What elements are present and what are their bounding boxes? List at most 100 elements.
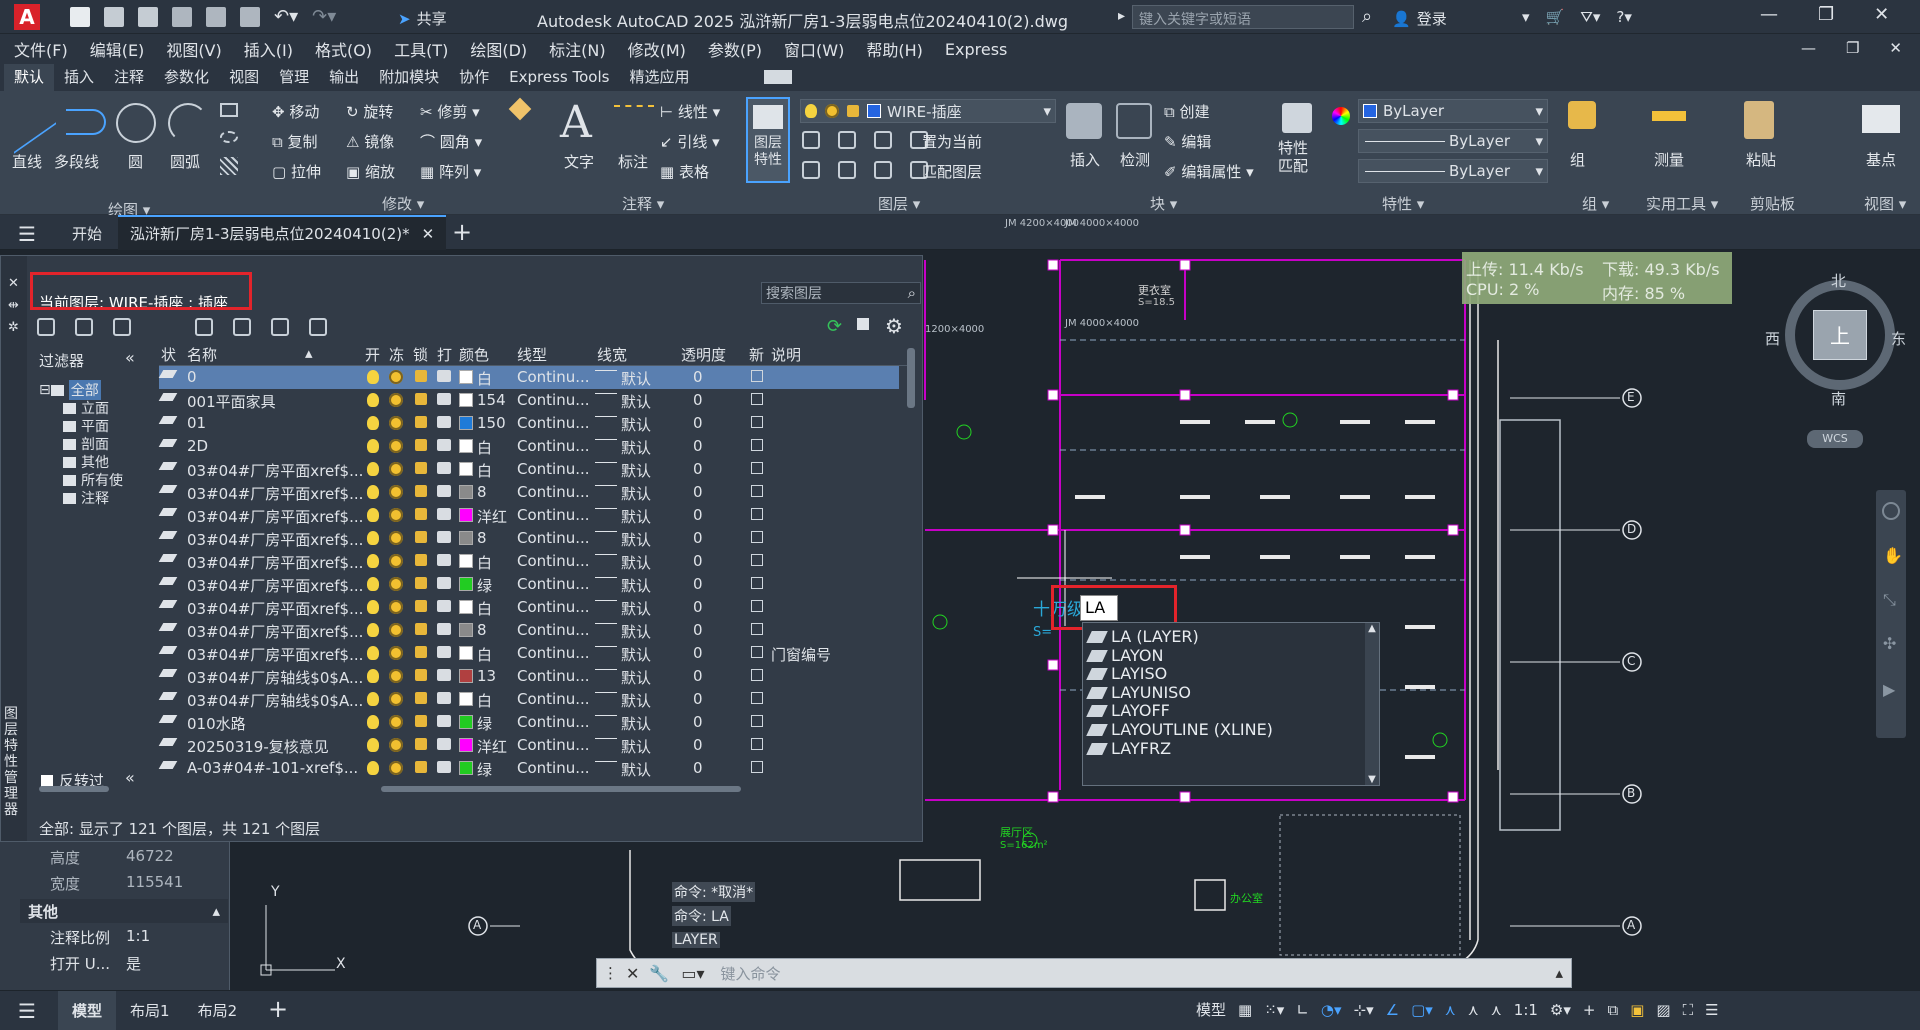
menu-item[interactable]: 窗口(W) bbox=[784, 37, 844, 61]
layer-row[interactable]: 20250319-复核意见 洋红 Continu... 默认 0 bbox=[158, 734, 899, 757]
lineweight[interactable]: 默认 bbox=[621, 552, 651, 573]
description[interactable]: 门窗编号 bbox=[771, 644, 831, 665]
layers-group-label[interactable]: 图层 ▾ bbox=[878, 193, 920, 214]
color-name[interactable]: 8 bbox=[477, 529, 487, 547]
tab-current-drawing[interactable]: 泓浒新厂房1-3层弱电点位20240410(2)* ✕ bbox=[118, 215, 447, 250]
transparency[interactable]: 0 bbox=[693, 644, 703, 662]
transparency[interactable]: 0 bbox=[693, 460, 703, 478]
other-section-header[interactable]: 其他 ▴ bbox=[20, 899, 228, 923]
login-button[interactable]: 👤 登录 bbox=[1392, 8, 1447, 29]
workspace-gear-icon[interactable]: ⚙▾ bbox=[1550, 1001, 1571, 1019]
filter-hscrollbar[interactable] bbox=[39, 786, 109, 792]
transparency[interactable]: 0 bbox=[693, 575, 703, 593]
match-properties-button[interactable]: 特性 匹配 bbox=[1278, 139, 1308, 175]
layer-name[interactable]: A-03#04#-101-xref$... bbox=[187, 759, 358, 777]
col-description[interactable]: 说明 bbox=[771, 344, 801, 365]
layer-list-hscrollbar[interactable] bbox=[381, 786, 741, 792]
menu-item[interactable]: 编辑(E) bbox=[90, 37, 145, 61]
ribbon-tab[interactable]: Express Tools bbox=[499, 64, 619, 91]
transparency[interactable]: 0 bbox=[693, 598, 703, 616]
col-freeze[interactable]: 冻 bbox=[389, 344, 404, 365]
menu-item[interactable]: 视图(V) bbox=[166, 37, 221, 61]
color-name[interactable]: 8 bbox=[477, 483, 487, 501]
transparency[interactable]: 0 bbox=[693, 529, 703, 547]
ribbon-tab[interactable]: 插入 bbox=[54, 64, 104, 91]
help-search-input[interactable]: 键入关键字或短语 bbox=[1132, 5, 1354, 29]
color-dropdown[interactable]: ByLayer ▾ bbox=[1358, 99, 1548, 123]
lineweight[interactable]: 默认 bbox=[621, 759, 651, 780]
doc-minimize-icon[interactable]: — bbox=[1801, 39, 1816, 57]
fullscreen-icon[interactable]: ⛶ bbox=[1683, 1001, 1694, 1019]
pan-icon[interactable]: ✋ bbox=[1883, 546, 1903, 565]
clipboard-group-label[interactable]: 剪贴板 bbox=[1750, 193, 1795, 214]
mirror-button[interactable]: ⚠ 镜像 bbox=[346, 131, 394, 152]
annotation-icon[interactable]: ⋏ bbox=[1491, 1001, 1502, 1019]
scroll-up-icon[interactable]: ▲ bbox=[1365, 623, 1379, 634]
open-file-icon[interactable] bbox=[104, 6, 124, 27]
ribbon-tab[interactable]: 输出 bbox=[319, 64, 369, 91]
menu-item[interactable]: 工具(T) bbox=[394, 37, 448, 61]
layer-search-input[interactable]: 搜索图层 ⌕ bbox=[761, 282, 921, 304]
transparency[interactable]: 0 bbox=[693, 736, 703, 754]
scale-button[interactable]: ▣ 缩放 bbox=[346, 161, 395, 182]
linetype[interactable]: Continu... bbox=[517, 644, 590, 662]
utilities-group-label[interactable]: 实用工具 ▾ bbox=[1646, 193, 1718, 214]
prop-height-value[interactable]: 46722 bbox=[126, 847, 174, 865]
insert-button[interactable]: 插入 bbox=[1070, 149, 1100, 170]
transparency[interactable]: 0 bbox=[693, 368, 703, 386]
ribbon-tab[interactable]: 协作 bbox=[449, 64, 499, 91]
refresh-icon[interactable]: ⟳ bbox=[827, 316, 842, 337]
polyline-button[interactable]: 多段线 bbox=[54, 151, 99, 172]
col-status[interactable]: 状 bbox=[161, 344, 176, 365]
rectangle-icon[interactable] bbox=[220, 103, 238, 117]
layer-row[interactable]: 03#04#厂房平面xref$... 8 Continu... 默认 0 bbox=[158, 481, 899, 504]
color-name[interactable]: 13 bbox=[477, 667, 496, 685]
create-block-button[interactable]: ⧉ 创建 bbox=[1164, 101, 1210, 122]
lineweight[interactable]: 默认 bbox=[621, 483, 651, 504]
layer-row[interactable]: 03#04#厂房平面xref$... 白 Continu... 默认 0 bbox=[158, 596, 899, 619]
grid-icon[interactable]: ▦ bbox=[1238, 1001, 1252, 1019]
minimize-icon[interactable]: — bbox=[1760, 4, 1778, 25]
menu-item[interactable]: 修改(M) bbox=[628, 37, 686, 61]
color-name[interactable]: 洋红 bbox=[477, 736, 507, 757]
layout-tab[interactable]: 布局2 bbox=[184, 991, 252, 1030]
layer-tool-icon[interactable] bbox=[802, 161, 820, 179]
new-layer-vp-frozen-icon[interactable] bbox=[233, 318, 251, 336]
linetype[interactable]: Continu... bbox=[517, 621, 590, 639]
new-property-filter-icon[interactable] bbox=[37, 318, 55, 336]
ribbon-tab[interactable]: 管理 bbox=[269, 64, 319, 91]
compass-south[interactable]: 南 bbox=[1831, 388, 1846, 409]
save-as-icon[interactable] bbox=[172, 6, 192, 27]
layer-tool-icon[interactable] bbox=[802, 131, 820, 149]
stretch-button[interactable]: ▢ 拉伸 bbox=[272, 161, 321, 182]
color-name[interactable]: 洋红 bbox=[477, 506, 507, 527]
help-icon[interactable]: ?▾ bbox=[1616, 8, 1632, 26]
color-name[interactable]: 8 bbox=[477, 621, 487, 639]
linetype-dropdown[interactable]: ByLayer ▾ bbox=[1358, 129, 1548, 153]
share-button[interactable]: ➤ 共享 bbox=[398, 8, 447, 29]
arc-button[interactable]: 圆弧 bbox=[170, 151, 200, 172]
wcs-menu[interactable]: WCS bbox=[1807, 430, 1863, 448]
autocomplete-item[interactable]: LAYUNISO bbox=[1111, 683, 1191, 702]
linetype[interactable]: Continu... bbox=[517, 368, 590, 386]
transparency[interactable]: 0 bbox=[693, 759, 703, 777]
color-name[interactable]: 白 bbox=[477, 644, 492, 665]
scroll-down-icon[interactable]: ▼ bbox=[1365, 774, 1379, 785]
linetype[interactable]: Continu... bbox=[517, 483, 590, 501]
layer-name[interactable]: 2D bbox=[187, 437, 208, 455]
transparency[interactable]: 0 bbox=[693, 506, 703, 524]
col-name[interactable]: 名称 bbox=[187, 344, 217, 365]
color-name[interactable]: 白 bbox=[477, 437, 492, 458]
col-plot[interactable]: 打 bbox=[437, 344, 452, 365]
autocomplete-item[interactable]: LAYON bbox=[1111, 646, 1163, 665]
publish-icon[interactable] bbox=[206, 6, 226, 27]
layer-row[interactable]: 03#04#厂房轴线$0$A... 白 Continu... 默认 0 bbox=[158, 688, 899, 711]
properties-group-label[interactable]: 特性 ▾ bbox=[1382, 193, 1424, 214]
linetype[interactable]: Continu... bbox=[517, 552, 590, 570]
annotation-scale[interactable]: 1:1 bbox=[1514, 1001, 1538, 1019]
menu-item[interactable]: Express bbox=[945, 40, 1007, 59]
lineweight[interactable]: 默认 bbox=[621, 736, 651, 757]
color-name[interactable]: 白 bbox=[477, 460, 492, 481]
layer-name[interactable]: 01 bbox=[187, 414, 206, 432]
new-layout-icon[interactable]: + bbox=[268, 995, 288, 1023]
